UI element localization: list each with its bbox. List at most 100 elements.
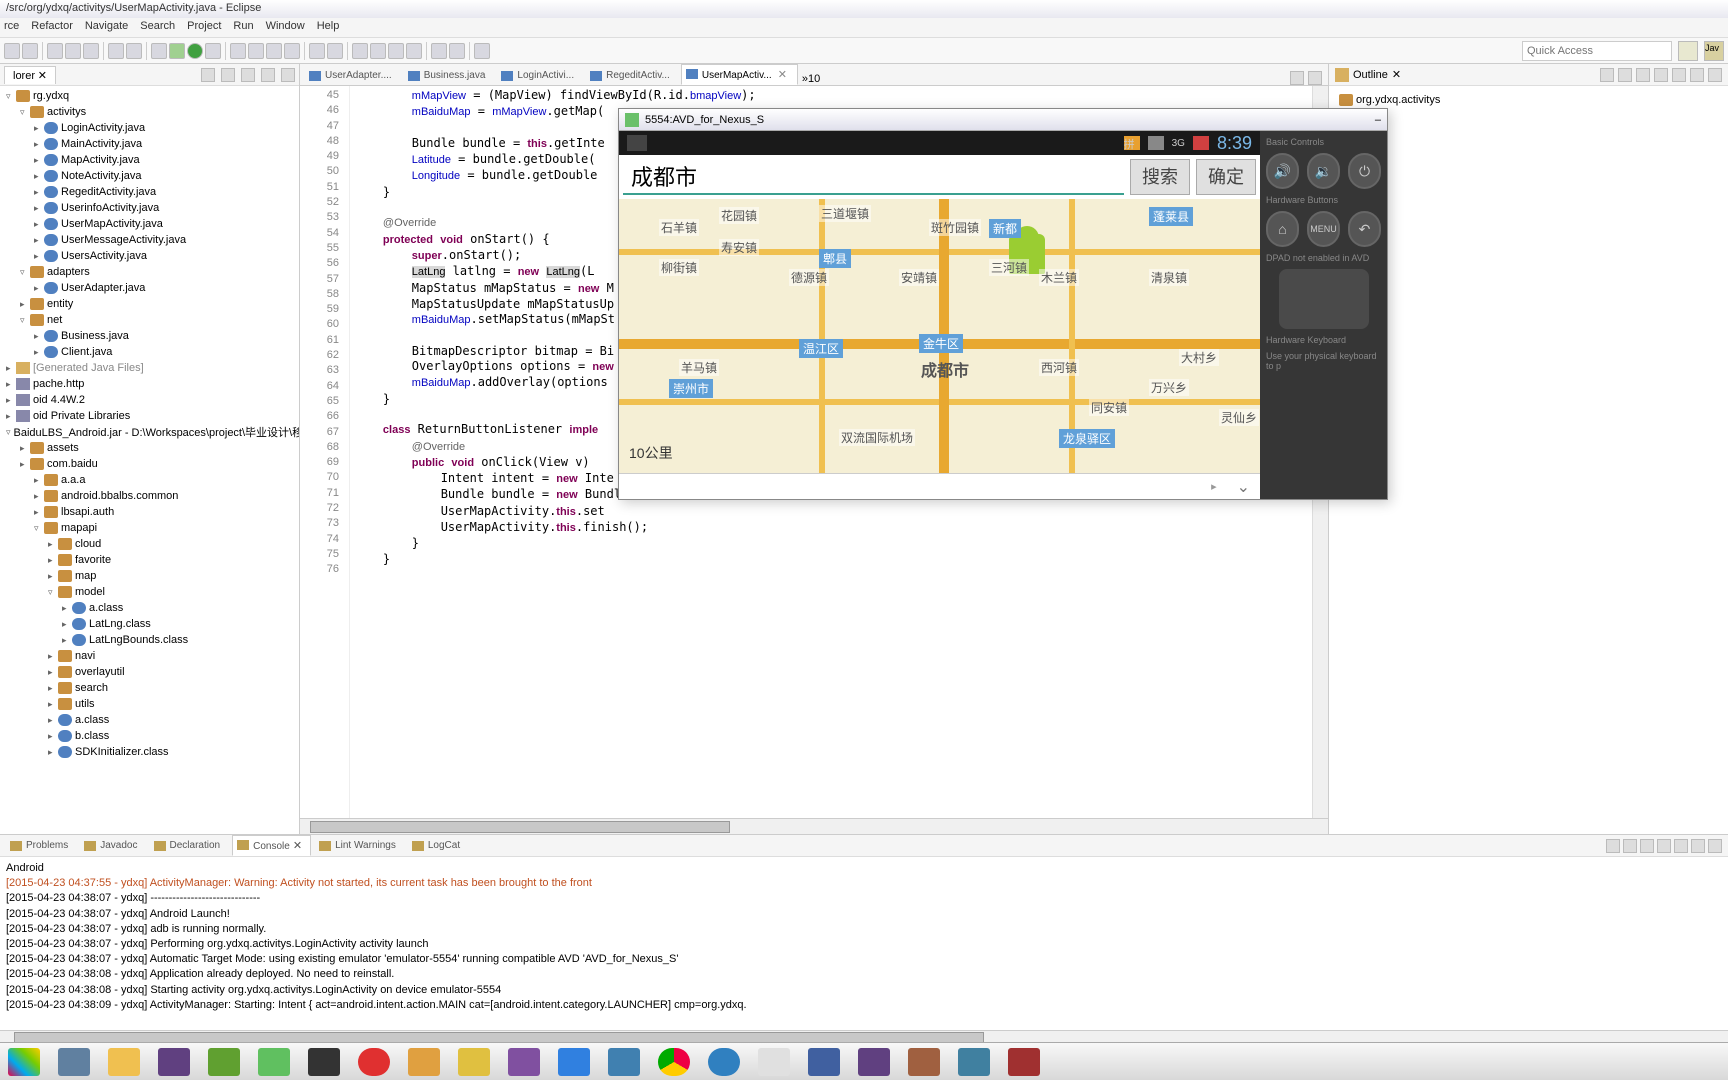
tool-icon[interactable]	[266, 43, 282, 59]
volume-icon[interactable]: 🔉	[1307, 153, 1340, 189]
tree-node[interactable]: ▸LatLng.class	[2, 616, 297, 632]
arrow-right-icon[interactable]: ▸	[1211, 480, 1217, 493]
tool-icon[interactable]	[309, 43, 325, 59]
tool-icon[interactable]	[327, 43, 343, 59]
tool-icon[interactable]	[406, 43, 422, 59]
power-icon[interactable]: ⏻	[1348, 153, 1381, 189]
browser-icon[interactable]	[258, 1048, 290, 1076]
tool-icon[interactable]	[47, 43, 63, 59]
tree-node[interactable]: ▸LoginActivity.java	[2, 120, 297, 136]
start-icon[interactable]	[8, 1048, 40, 1076]
debug-icon[interactable]	[169, 43, 185, 59]
tree-node[interactable]: ▸oid 4.4W.2	[2, 392, 297, 408]
tree-node[interactable]: ▸search	[2, 680, 297, 696]
quick-access-input[interactable]	[1522, 41, 1672, 61]
menu-icon[interactable]	[241, 68, 255, 82]
editor-hscroll[interactable]	[300, 818, 1328, 834]
tree-node[interactable]: ▸a.a.a	[2, 472, 297, 488]
emulator-titlebar[interactable]: 5554:AVD_for_Nexus_S –	[619, 109, 1387, 131]
menu-button[interactable]: MENU	[1307, 211, 1340, 247]
tree-node[interactable]: ▸entity	[2, 296, 297, 312]
console-tool-icon[interactable]	[1623, 839, 1637, 853]
tree-node[interactable]: ▸LatLngBounds.class	[2, 632, 297, 648]
tree-node[interactable]: ▸MainActivity.java	[2, 136, 297, 152]
outline-item[interactable]: org.ydxq.activitys	[1335, 92, 1722, 108]
tree-node[interactable]: ▿activitys	[2, 104, 297, 120]
tree-root[interactable]: ▿rg.ydxq	[2, 88, 297, 104]
menu-item[interactable]: Project	[187, 20, 221, 35]
tree-node[interactable]: ▸a.class	[2, 712, 297, 728]
tree-node[interactable]: ▸cloud	[2, 536, 297, 552]
tree-node[interactable]: ▸navi	[2, 648, 297, 664]
link-icon[interactable]	[221, 68, 235, 82]
minimize-icon[interactable]: –	[1375, 114, 1381, 126]
menu-item[interactable]: rce	[4, 20, 19, 35]
perspective-switch-icon[interactable]	[1678, 41, 1698, 61]
tree-node[interactable]: ▸android.bbalbs.common	[2, 488, 297, 504]
tool-icon[interactable]	[352, 43, 368, 59]
chevron-down-icon[interactable]: ⌄	[1237, 477, 1250, 497]
tree-node[interactable]: ▸favorite	[2, 552, 297, 568]
tool-icon[interactable]	[370, 43, 386, 59]
tool-icon[interactable]	[230, 43, 246, 59]
tree-node[interactable]: ▸UserAdapter.java	[2, 280, 297, 296]
tool-icon[interactable]	[248, 43, 264, 59]
menu-item[interactable]: Run	[233, 20, 253, 35]
min-icon[interactable]	[1290, 71, 1304, 85]
filter-icon[interactable]	[1636, 68, 1650, 82]
tool-icon[interactable]	[83, 43, 99, 59]
task-icon[interactable]	[58, 1048, 90, 1076]
task-icon[interactable]	[408, 1048, 440, 1076]
tool-icon[interactable]	[388, 43, 404, 59]
console-tool-icon[interactable]	[1657, 839, 1671, 853]
sort-icon[interactable]	[1600, 68, 1614, 82]
close-icon[interactable]: ✕	[290, 840, 302, 852]
task-icon[interactable]	[758, 1048, 790, 1076]
search-input[interactable]	[623, 159, 1124, 195]
tool-icon[interactable]	[65, 43, 81, 59]
editor-tab[interactable]: UserAdapter....	[304, 66, 403, 85]
tree-node[interactable]: ▸map	[2, 568, 297, 584]
eclipse-icon[interactable]	[858, 1048, 890, 1076]
filter-icon[interactable]	[1654, 68, 1668, 82]
tree-node[interactable]: ▸Business.java	[2, 328, 297, 344]
run-icon[interactable]	[187, 43, 203, 59]
tool-icon[interactable]	[284, 43, 300, 59]
chrome-icon[interactable]	[658, 1048, 690, 1076]
tree-node[interactable]: ▸Client.java	[2, 344, 297, 360]
task-icon[interactable]	[808, 1048, 840, 1076]
volume-icon[interactable]: 🔊	[1266, 153, 1299, 189]
tree-node[interactable]: ▸MapActivity.java	[2, 152, 297, 168]
filter-icon[interactable]	[1672, 68, 1686, 82]
new-icon[interactable]	[4, 43, 20, 59]
map-view[interactable]: 成都市 10公里 石羊镇花园镇三道堰镇斑竹园镇新都柳街镇寿安镇郫县安靖镇三河镇木…	[619, 199, 1260, 473]
tree-node[interactable]: ▸a.class	[2, 600, 297, 616]
max-icon[interactable]	[281, 68, 295, 82]
tree-node[interactable]: ▸UserMessageActivity.java	[2, 232, 297, 248]
outline-tab[interactable]: Outline	[1353, 69, 1388, 81]
tree-node[interactable]: ▸b.class	[2, 728, 297, 744]
console-output[interactable]: Android [2015-04-23 04:37:55 - ydxq] Act…	[0, 857, 1728, 1030]
tree-node[interactable]: ▿mapapi	[2, 520, 297, 536]
baidu-icon[interactable]	[558, 1048, 590, 1076]
tree-node[interactable]: ▸UsersActivity.java	[2, 248, 297, 264]
console-tab[interactable]: Problems	[6, 837, 76, 854]
collapse-icon[interactable]	[201, 68, 215, 82]
tree-node[interactable]: ▿adapters	[2, 264, 297, 280]
console-tab[interactable]: LogCat	[408, 837, 468, 854]
tree-node[interactable]: ▸assets	[2, 440, 297, 456]
tree-node[interactable]: ▸SDKInitializer.class	[2, 744, 297, 760]
menu-item[interactable]: Help	[317, 20, 340, 35]
console-tool-icon[interactable]	[1674, 839, 1688, 853]
qq-icon[interactable]	[308, 1048, 340, 1076]
search-button[interactable]: 搜索	[1130, 159, 1190, 195]
explorer-icon[interactable]	[108, 1048, 140, 1076]
filter-icon[interactable]	[1690, 68, 1704, 82]
min-icon[interactable]	[1691, 839, 1705, 853]
max-icon[interactable]	[1308, 71, 1322, 85]
filter-icon[interactable]	[1618, 68, 1632, 82]
tree-node[interactable]: ▸com.baidu	[2, 456, 297, 472]
console-tab[interactable]: Javadoc	[80, 837, 145, 854]
tree-node[interactable]: ▸pache.http	[2, 376, 297, 392]
task-icon[interactable]	[508, 1048, 540, 1076]
